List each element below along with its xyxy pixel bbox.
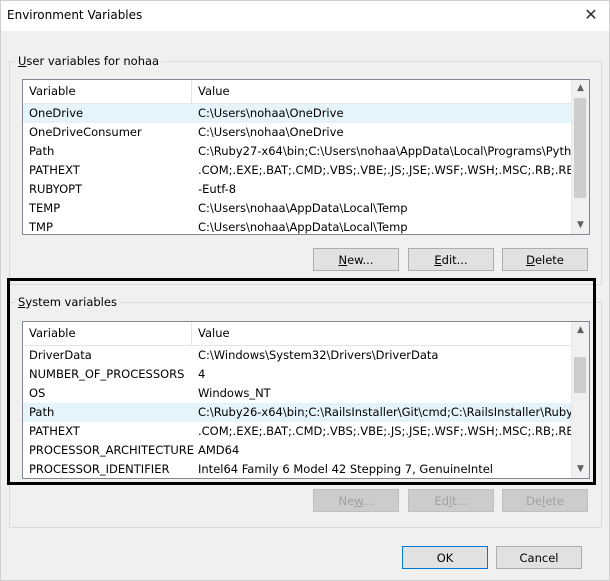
scroll-up-icon[interactable]: ▲ bbox=[572, 322, 589, 339]
variable-name: PATHEXT bbox=[29, 163, 80, 177]
list-item[interactable]: TMP C:\Users\nohaa\AppData\Local\Temp bbox=[23, 218, 571, 234]
user-variables-label: User variables for nohaa bbox=[15, 54, 163, 68]
list-item[interactable]: TEMP C:\Users\nohaa\AppData\Local\Temp bbox=[23, 199, 571, 218]
variable-name: NUMBER_OF_PROCESSORS bbox=[29, 367, 185, 381]
system-new-button[interactable]: New... bbox=[313, 489, 399, 512]
list-item[interactable]: PATHEXT .COM;.EXE;.BAT;.CMD;.VBS;.VBE;.JS… bbox=[23, 422, 571, 441]
user-list-scrollbar[interactable]: ▲ ▼ bbox=[571, 80, 589, 234]
user-delete-button[interactable]: Delete bbox=[502, 248, 588, 271]
list-item[interactable]: NUMBER_OF_PROCESSORS 4 bbox=[23, 365, 571, 384]
system-list-scrollbar[interactable]: ▲ ▼ bbox=[571, 322, 589, 478]
system-variables-list[interactable]: Variable Value DriverData C:\Windows\Syst… bbox=[22, 321, 590, 479]
variable-name: OneDrive bbox=[29, 106, 84, 120]
list-item[interactable]: OS Windows_NT bbox=[23, 384, 571, 403]
variable-value: C:\Users\nohaa\AppData\Local\Temp bbox=[198, 201, 408, 215]
variable-value: C:\Users\nohaa\OneDrive bbox=[198, 106, 344, 120]
title-bar: Environment Variables ✕ bbox=[0, 0, 610, 31]
variable-value: C:\Users\nohaa\AppData\Local\Temp bbox=[198, 220, 408, 234]
variable-value: 4 bbox=[198, 367, 206, 381]
variable-name: RUBYOPT bbox=[29, 182, 83, 196]
list-item[interactable]: PROCESSOR_ARCHITECTURE AMD64 bbox=[23, 441, 571, 460]
list-item[interactable]: PATHEXT .COM;.EXE;.BAT;.CMD;.VBS;.VBE;.JS… bbox=[23, 161, 571, 180]
variable-value: C:\Users\nohaa\OneDrive bbox=[198, 125, 344, 139]
variable-name: OS bbox=[29, 386, 46, 400]
list-item[interactable]: PROCESSOR_IDENTIFIER Intel64 Family 6 Mod… bbox=[23, 460, 571, 478]
variable-value: -Eutf-8 bbox=[198, 182, 237, 196]
variable-name: DriverData bbox=[29, 348, 92, 362]
variable-name: TEMP bbox=[29, 201, 61, 215]
variable-value: C:\Windows\System32\Drivers\DriverData bbox=[198, 348, 439, 362]
system-edit-button[interactable]: Edit... bbox=[408, 489, 494, 512]
column-variable[interactable]: Variable bbox=[23, 322, 76, 345]
user-new-button[interactable]: New... bbox=[313, 248, 399, 271]
scroll-down-icon[interactable]: ▼ bbox=[572, 461, 589, 478]
user-variables-list[interactable]: Variable Value OneDrive C:\Users\nohaa\On… bbox=[22, 79, 590, 235]
column-value[interactable]: Value bbox=[192, 80, 230, 103]
column-value[interactable]: Value bbox=[192, 322, 230, 345]
column-variable[interactable]: Variable bbox=[23, 80, 76, 103]
variable-value: C:\Ruby26-x64\bin;C:\RailsInstaller\Git\… bbox=[198, 405, 571, 419]
user-variables-rows: OneDrive C:\Users\nohaa\OneDrive OneDriveC… bbox=[23, 104, 571, 234]
list-item[interactable]: Path C:\Ruby26-x64\bin;C:\RailsInstaller\… bbox=[23, 403, 571, 422]
variable-value: C:\Ruby27-x64\bin;C:\Users\nohaa\AppData… bbox=[198, 144, 571, 158]
variable-value: Windows_NT bbox=[198, 386, 271, 400]
variable-value: .COM;.EXE;.BAT;.CMD;.VBS;.VBE;.JS;.JSE;.… bbox=[198, 163, 571, 177]
user-edit-button[interactable]: Edit... bbox=[408, 248, 494, 271]
variable-name: Path bbox=[29, 405, 55, 419]
list-header: Variable Value bbox=[23, 322, 571, 346]
list-header: Variable Value bbox=[23, 80, 571, 104]
variable-name: Path bbox=[29, 144, 55, 158]
variable-name: PROCESSOR_IDENTIFIER bbox=[29, 462, 170, 476]
list-item[interactable]: OneDriveConsumer C:\Users\nohaa\OneDrive bbox=[23, 123, 571, 142]
system-delete-button[interactable]: Delete bbox=[502, 489, 588, 512]
scroll-thumb[interactable] bbox=[574, 357, 586, 393]
ok-button[interactable]: OK bbox=[402, 546, 488, 569]
scroll-down-icon[interactable]: ▼ bbox=[572, 217, 589, 234]
variable-value: AMD64 bbox=[198, 443, 240, 457]
variable-name: OneDriveConsumer bbox=[29, 125, 142, 139]
close-icon[interactable]: ✕ bbox=[578, 3, 604, 27]
list-item[interactable]: RUBYOPT -Eutf-8 bbox=[23, 180, 571, 199]
cancel-button[interactable]: Cancel bbox=[496, 546, 582, 569]
system-variables-label: System variables bbox=[15, 295, 120, 309]
variable-name: TMP bbox=[29, 220, 53, 234]
scroll-thumb[interactable] bbox=[574, 98, 586, 198]
list-item[interactable]: OneDrive C:\Users\nohaa\OneDrive bbox=[23, 104, 571, 123]
variable-value: .COM;.EXE;.BAT;.CMD;.VBS;.VBE;.JS;.JSE;.… bbox=[198, 424, 571, 438]
variable-name: PATHEXT bbox=[29, 424, 80, 438]
scroll-up-icon[interactable]: ▲ bbox=[572, 80, 589, 97]
variable-name: PROCESSOR_ARCHITECTURE bbox=[29, 443, 195, 457]
list-item[interactable]: Path C:\Ruby27-x64\bin;C:\Users\nohaa\App… bbox=[23, 142, 571, 161]
window-title: Environment Variables bbox=[7, 8, 143, 22]
system-variables-rows: DriverData C:\Windows\System32\Drivers\Dr… bbox=[23, 346, 571, 478]
list-item[interactable]: DriverData C:\Windows\System32\Drivers\Dr… bbox=[23, 346, 571, 365]
variable-value: Intel64 Family 6 Model 42 Stepping 7, Ge… bbox=[198, 462, 493, 476]
